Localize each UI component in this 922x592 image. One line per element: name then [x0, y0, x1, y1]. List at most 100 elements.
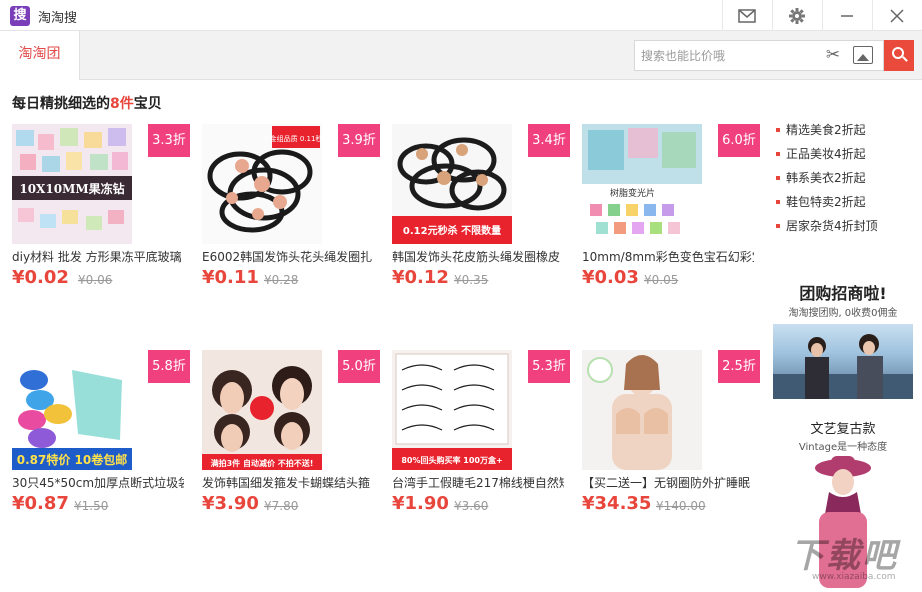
product-card[interactable]: 五金组品质 0.11秒杀 3.9折 E6002韩国发饰头花头绳发圈扎 ¥0.11…: [202, 124, 380, 344]
discount-badge: 5.8折: [148, 350, 190, 383]
product-old-price: ¥0.28: [264, 273, 299, 287]
product-name[interactable]: 【买二送一】无钢圈防外扩睡眠: [582, 474, 754, 491]
mail-button[interactable]: [722, 0, 770, 31]
product-card[interactable]: 80%回头购买率 100万盒+ 5.3折 台湾手工假睫毛217棉线梗自然短 ¥1…: [392, 350, 570, 570]
settings-button[interactable]: [772, 0, 820, 31]
thumb-text: 0.87特价 10卷包邮: [17, 452, 128, 467]
heading-prefix: 每日精挑细选的: [12, 96, 110, 112]
category-link[interactable]: 鞋包特卖2折起: [776, 190, 916, 214]
close-button[interactable]: [872, 0, 920, 31]
product-image[interactable]: 0.87特价 10卷包邮: [12, 350, 132, 470]
product-price: ¥0.02: [12, 267, 69, 288]
product-card[interactable]: 2.5折 【买二送一】无钢圈防外扩睡眠 ¥34.35 ¥140.00: [582, 350, 760, 570]
product-name[interactable]: 发饰韩国细发箍发卡蝴蝶结头箍: [202, 474, 374, 491]
minimize-icon: [840, 14, 853, 17]
thumb-text: 满拍3件 自动减价 不拍不送!: [211, 458, 314, 468]
product-image-trash-bags: 0.87特价 10卷包邮: [12, 350, 132, 470]
thumb-text: 五金组品质 0.11秒杀: [263, 134, 322, 143]
heading-suffix: 宝贝: [133, 96, 162, 112]
search-box: ✂: [634, 40, 884, 71]
product-price: ¥0.11: [202, 267, 259, 288]
category-link[interactable]: 精选美食2折起: [776, 118, 916, 142]
scissors-icon[interactable]: ✂: [823, 45, 843, 65]
page-title: 每日精挑细选的8件宝贝: [12, 93, 162, 113]
product-image[interactable]: 树脂变光片: [582, 124, 702, 244]
product-image[interactable]: 80%回头购买率 100万盒+: [392, 350, 512, 470]
gear-icon: [788, 7, 805, 24]
product-old-price: ¥0.06: [78, 273, 113, 287]
product-price: ¥0.03: [582, 267, 639, 288]
discount-badge: 3.4折: [528, 124, 570, 157]
product-name[interactable]: 韩国发饰头花皮筋头绳发圈橡皮: [392, 248, 564, 265]
thumb-text: 10X10MM果冻钻: [19, 181, 124, 196]
product-price: ¥1.90: [392, 493, 449, 514]
product-price: ¥3.90: [202, 493, 259, 514]
discount-badge: 6.0折: [718, 124, 760, 157]
product-old-price: ¥7.80: [264, 499, 299, 513]
banner-subtitle: Vintage是一种态度: [798, 442, 888, 453]
heading-count: 8件: [110, 96, 134, 112]
product-image[interactable]: 五金组品质 0.11秒杀: [202, 124, 322, 244]
product-name[interactable]: diy材料 批发 方形果冻平底玻璃: [12, 248, 184, 265]
product-price: ¥0.12: [392, 267, 449, 288]
watermark-url: www.xiazaiba.com: [812, 572, 896, 582]
discount-badge: 5.0折: [338, 350, 380, 383]
banner-title: 文艺复古款: [810, 422, 876, 437]
product-card[interactable]: 树脂变光片 6.0折 10mm/8mm彩色变色宝石幻彩宝 ¥0.03 ¥0.05: [582, 124, 760, 344]
product-image-hairbands: 满拍3件 自动减价 不拍不送!: [202, 350, 322, 470]
thumb-text: 80%回头购买率 100万盒+: [401, 455, 502, 465]
thumb-text: 树脂变光片: [610, 187, 655, 199]
product-name[interactable]: E6002韩国发饰头花头绳发圈扎: [202, 248, 374, 265]
category-link[interactable]: 居家杂货4折封顶: [776, 214, 916, 238]
close-icon: [889, 8, 904, 23]
product-image-false-lashes: 80%回头购买率 100万盒+: [392, 350, 512, 470]
banner-title: 团购招商啦!: [799, 284, 887, 303]
product-old-price: ¥3.60: [454, 499, 489, 513]
product-image-hair-ties: 五金组品质 0.11秒杀: [202, 124, 322, 244]
image-search-icon[interactable]: [853, 46, 873, 64]
product-name[interactable]: 10mm/8mm彩色变色宝石幻彩宝: [582, 248, 754, 265]
product-image[interactable]: 0.12元秒杀 不限数量: [392, 124, 512, 244]
product-image-sleep-bra: [582, 350, 702, 470]
recruitment-banner[interactable]: 团购招商啦! 淘淘搜团购, 0收费0佣金: [773, 278, 913, 403]
product-price: ¥0.87: [12, 493, 69, 514]
product-price: ¥34.35: [582, 493, 652, 514]
product-name[interactable]: 30只45*50cm加厚点断式垃圾袋: [12, 474, 184, 491]
app-logo-icon: 搜: [10, 6, 30, 26]
product-image-resin-gems: 树脂变光片: [582, 124, 702, 244]
mail-icon: [737, 8, 756, 23]
title-bar: 搜 淘淘搜: [0, 0, 922, 31]
tab-taotaotuan[interactable]: 淘淘团: [0, 31, 80, 80]
toolbar: 淘淘团 ✂: [0, 31, 922, 80]
category-link[interactable]: 正品美妆4折起: [776, 142, 916, 166]
banner-photo-couple: [773, 334, 913, 399]
discount-badge: 3.3折: [148, 124, 190, 157]
product-old-price: ¥140.00: [656, 499, 706, 513]
thumb-text: 0.12元秒杀 不限数量: [403, 224, 501, 237]
app-title: 淘淘搜: [38, 11, 78, 26]
search-icon-handle: [902, 56, 908, 62]
search-button[interactable]: [884, 40, 914, 71]
category-link[interactable]: 韩系美衣2折起: [776, 166, 916, 190]
product-card[interactable]: 10X10MM果冻钻 3.3折 diy材料 批发 方形果冻平底玻璃 ¥0.02 …: [12, 124, 190, 344]
minimize-button[interactable]: [822, 0, 870, 31]
discount-badge: 3.9折: [338, 124, 380, 157]
product-image[interactable]: [582, 350, 702, 470]
product-card[interactable]: 0.87特价 10卷包邮 5.8折 30只45*50cm加厚点断式垃圾袋 ¥0.…: [12, 350, 190, 570]
product-image-hair-bands: 0.12元秒杀 不限数量: [392, 124, 512, 244]
product-image[interactable]: 满拍3件 自动减价 不拍不送!: [202, 350, 322, 470]
product-old-price: ¥0.05: [644, 273, 679, 287]
discount-badge: 5.3折: [528, 350, 570, 383]
category-links: 精选美食2折起 正品美妆4折起 韩系美衣2折起 鞋包特卖2折起 居家杂货4折封顶: [776, 118, 916, 238]
product-card[interactable]: 满拍3件 自动减价 不拍不送! 5.0折 发饰韩国细发箍发卡蝴蝶结头箍 ¥3.9…: [202, 350, 380, 570]
discount-badge: 2.5折: [718, 350, 760, 383]
product-name[interactable]: 台湾手工假睫毛217棉线梗自然短: [392, 474, 564, 491]
product-old-price: ¥1.50: [74, 499, 109, 513]
product-image-jelly-gems: 10X10MM果冻钻: [12, 124, 132, 244]
product-image[interactable]: 10X10MM果冻钻: [12, 124, 132, 244]
banner-image: [773, 324, 913, 399]
product-card[interactable]: 0.12元秒杀 不限数量 3.4折 韩国发饰头花皮筋头绳发圈橡皮 ¥0.12 ¥…: [392, 124, 570, 344]
search-input[interactable]: [641, 41, 821, 70]
banner-subtitle: 淘淘搜团购, 0收费0佣金: [788, 308, 898, 319]
product-old-price: ¥0.35: [454, 273, 489, 287]
